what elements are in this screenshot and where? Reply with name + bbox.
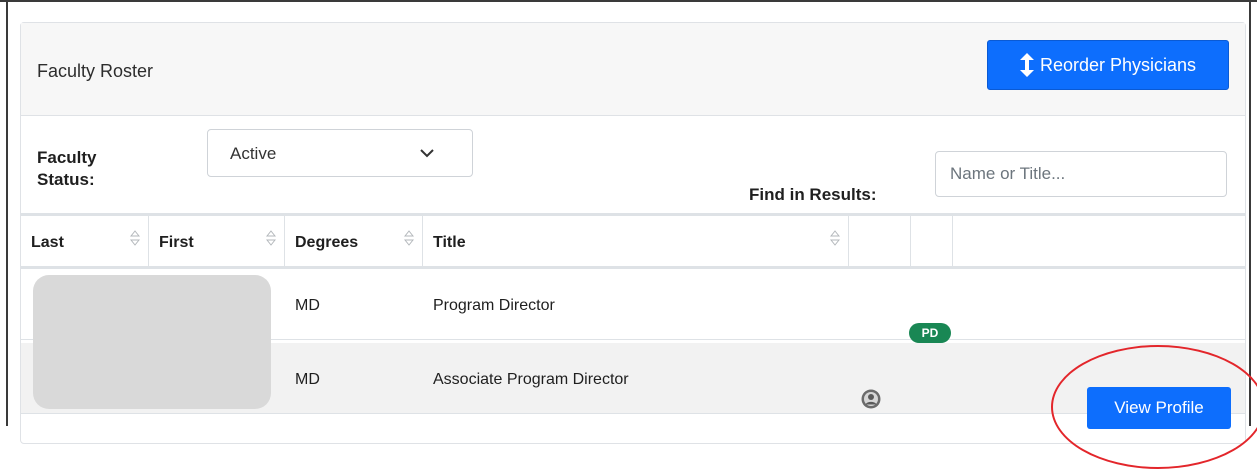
view-profile-button[interactable]: View Profile: [1087, 387, 1231, 429]
faculty-status-select[interactable]: Active: [207, 129, 473, 177]
column-header-badge: [911, 216, 953, 266]
faculty-roster-card: Faculty Roster Reorder Physicians Facult…: [20, 22, 1257, 469]
column-header-title-label: Title: [433, 234, 466, 251]
screenshot-frame-left: [6, 0, 8, 426]
title-cell: Program Director: [433, 297, 555, 314]
column-header-first-label: First: [159, 234, 194, 251]
chevron-down-icon: [420, 149, 434, 158]
column-header-first: First: [149, 216, 285, 266]
sort-icon[interactable]: [266, 230, 276, 246]
pd-badge-label: PD: [921, 326, 939, 340]
column-header-degrees: Degrees: [285, 216, 423, 266]
faculty-status-value: Active: [230, 144, 277, 163]
column-header-actions: [953, 216, 1245, 266]
column-header-last-label: Last: [31, 234, 64, 251]
degrees-cell: MD: [295, 371, 320, 388]
reorder-physicians-button[interactable]: Reorder Physicians: [987, 40, 1229, 90]
card-header: Faculty Roster Reorder Physicians: [21, 23, 1245, 116]
column-header-degrees-label: Degrees: [295, 234, 359, 251]
find-in-results-input[interactable]: [935, 151, 1227, 197]
table-header: Last First Degrees Title: [21, 213, 1245, 269]
sort-icon[interactable]: [404, 230, 414, 246]
screenshot-frame-right: [1249, 0, 1251, 426]
faculty-status-label-text: Faculty Status:: [37, 148, 97, 189]
faculty-status-label: Faculty Status:: [37, 147, 147, 191]
avatar-icon: [861, 389, 881, 409]
column-header-last: Last: [21, 216, 149, 266]
card-title: Faculty Roster: [37, 61, 154, 81]
screenshot-frame-top: [0, 0, 1257, 2]
program-director-badge: PD: [909, 323, 951, 343]
view-profile-label: View Profile: [1114, 398, 1204, 417]
column-header-title: Title: [423, 216, 849, 266]
vertical-arrows-icon: [1019, 53, 1034, 77]
find-in-results-label: Find in Results:: [749, 185, 877, 204]
degrees-cell: MD: [295, 297, 320, 314]
title-cell: Associate Program Director: [433, 371, 629, 388]
sort-icon[interactable]: [130, 230, 140, 246]
sort-icon[interactable]: [830, 230, 840, 246]
reorder-physicians-label: Reorder Physicians: [1039, 54, 1197, 75]
column-header-icon: [849, 216, 911, 266]
redacted-name-block: [33, 275, 271, 409]
